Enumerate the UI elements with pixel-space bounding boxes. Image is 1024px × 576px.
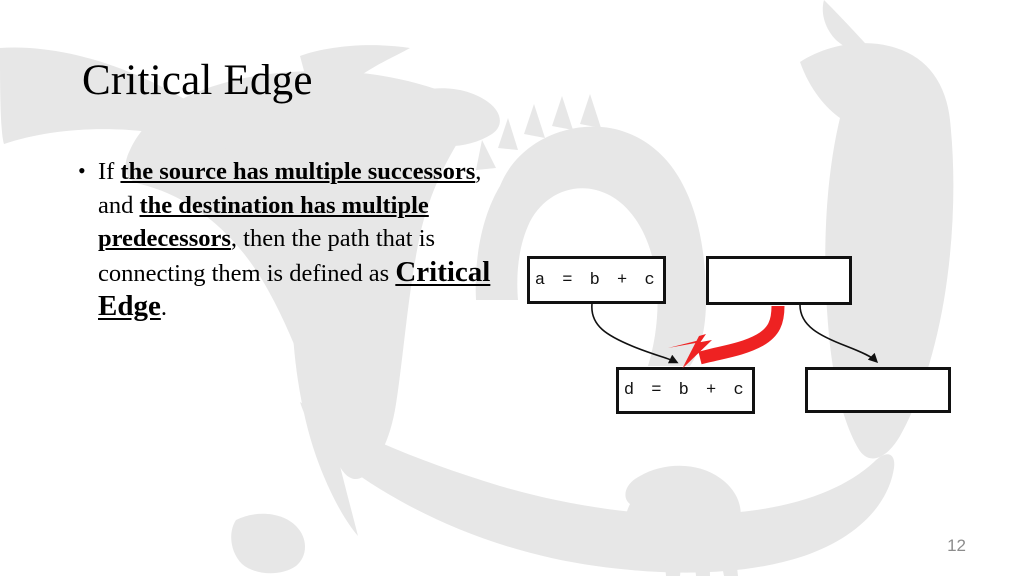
bullet-lead-in: If	[98, 158, 121, 185]
term-source: the source has multiple successors	[120, 158, 476, 185]
cfg-node-bottom-left: d = b + c	[616, 367, 755, 414]
page-number: 12	[947, 536, 966, 555]
edge-b-to-e	[799, 304, 879, 364]
bullet-list: • If the source has multiple successors, …	[74, 155, 504, 325]
list-item: • If the source has multiple successors, …	[74, 155, 504, 325]
bullet-marker: •	[78, 158, 86, 183]
cfg-node-top-left: a = b + c	[527, 256, 666, 304]
edge-a-to-d	[591, 303, 679, 364]
bullet-period: .	[160, 294, 167, 321]
page-title: Critical Edge	[82, 57, 313, 104]
cfg-node-bottom-right	[805, 367, 951, 413]
slide: Critical Edge • If the source has multipl…	[0, 0, 1024, 576]
critical-edge-arrow	[668, 305, 785, 369]
cfg-node-top-right	[706, 256, 852, 305]
